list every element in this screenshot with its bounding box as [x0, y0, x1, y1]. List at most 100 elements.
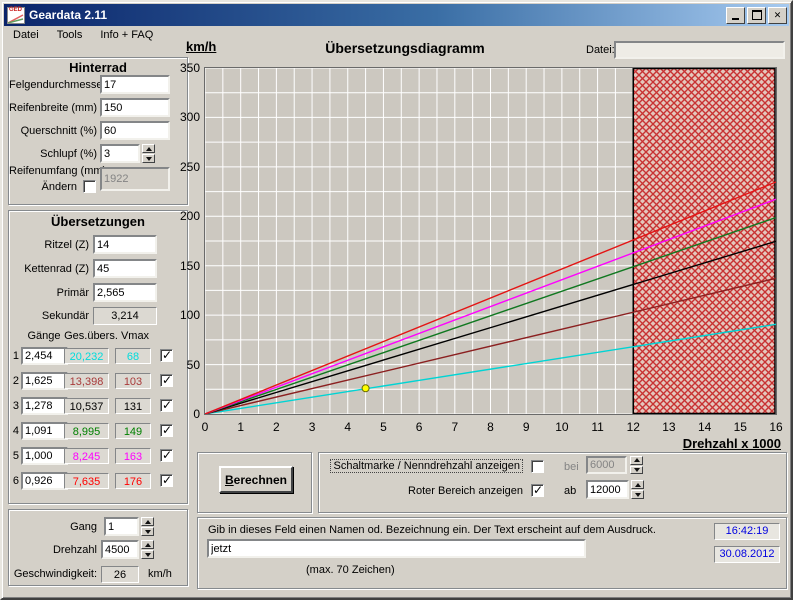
drehzahl-stepper[interactable] — [141, 540, 154, 559]
gear-number: 6 — [12, 475, 19, 487]
x-tick-label: 14 — [697, 420, 712, 434]
x-tick-label: 0 — [201, 420, 209, 434]
gear-visible-checkbox[interactable] — [160, 448, 173, 462]
spin-down-icon[interactable] — [630, 465, 643, 474]
x-tick-label: 9 — [522, 420, 530, 434]
x-tick-label: 13 — [662, 420, 676, 434]
ritzel-input[interactable] — [93, 235, 157, 254]
felgendurchmesser-input[interactable] — [100, 75, 170, 94]
title-bar[interactable]: GED Geardata 2.11 ✕ — [4, 4, 789, 26]
gear-ratio-input[interactable] — [21, 447, 68, 465]
gear-vmax: 68 — [115, 348, 151, 364]
spin-down-icon[interactable] — [142, 154, 155, 163]
gear-chart-svg — [204, 67, 777, 415]
schaltmarke-label: Schaltmarke / Nenndrehzahl anzeigen — [330, 459, 523, 473]
primaer-label: Primär — [56, 287, 89, 299]
col-header-gesuebers: Ges.übers. — [64, 330, 118, 342]
kettenrad-input[interactable] — [93, 259, 157, 278]
bei-label: bei — [564, 461, 579, 473]
gear-chart-plot — [204, 67, 777, 415]
drehzahl-input[interactable] — [101, 540, 139, 559]
spin-up-icon[interactable] — [630, 456, 643, 465]
close-button[interactable]: ✕ — [768, 6, 787, 24]
primaer-input[interactable] — [93, 283, 157, 302]
col-header-vmax: Vmax — [120, 330, 150, 342]
y-tick-label: 50 — [186, 357, 200, 372]
spin-up-icon[interactable] — [631, 480, 644, 489]
gear-visible-checkbox[interactable] — [160, 423, 173, 437]
gear-total-ratio: 20,232 — [64, 348, 109, 364]
name-hint-label: Gib in dieses Feld einen Namen od. Bezei… — [208, 524, 656, 536]
geschwindigkeit-value: 26 — [101, 566, 139, 583]
schaltmarke-checkbox[interactable] — [531, 460, 544, 473]
menu-datei[interactable]: Datei — [4, 27, 48, 43]
gear-number: 4 — [12, 425, 19, 437]
x-tick-label: 5 — [380, 420, 387, 434]
querschnitt-input[interactable] — [100, 121, 170, 140]
querschnitt-label: Querschnitt (%) — [20, 125, 97, 137]
spin-up-icon[interactable] — [142, 144, 155, 153]
gear-total-ratio: 13,398 — [64, 373, 109, 389]
spin-down-icon[interactable] — [631, 490, 644, 499]
minimize-button[interactable] — [726, 6, 745, 24]
reifenbreite-input[interactable] — [100, 98, 170, 117]
gang-panel: Gang Drehzahl Geschwindigkeit: 26 km/h — [8, 509, 188, 586]
clock-display: 16:42:19 — [714, 523, 780, 540]
ritzel-label: Ritzel (Z) — [44, 239, 89, 251]
schaltmarke-rpm-input — [586, 456, 627, 474]
gear-vmax: 149 — [115, 423, 151, 439]
gear-total-ratio: 8,245 — [64, 448, 109, 464]
roter-bereich-rpm-input[interactable] — [586, 480, 629, 499]
schlupf-label: Schlupf (%) — [40, 148, 97, 160]
y-tick-label: 150 — [179, 258, 200, 273]
gear-visible-checkbox[interactable] — [160, 373, 173, 387]
spin-up-icon[interactable] — [141, 540, 154, 549]
y-tick-label: 100 — [179, 308, 200, 323]
gear-ratio-input[interactable] — [21, 397, 68, 415]
gear-ratio-input[interactable] — [21, 372, 68, 390]
menu-info-faq[interactable]: Info + FAQ — [91, 27, 162, 43]
chart-title: Übersetzungsdiagramm — [325, 40, 485, 56]
menu-tools[interactable]: Tools — [48, 27, 92, 43]
datei-field[interactable] — [614, 41, 785, 59]
x-tick-label: 4 — [344, 420, 352, 434]
gear-visible-checkbox[interactable] — [160, 473, 173, 487]
gear-number: 1 — [12, 350, 19, 362]
gear-total-ratio: 7,635 — [64, 473, 109, 489]
berechnen-label-prefix: B — [224, 472, 234, 487]
spin-down-icon[interactable] — [141, 527, 154, 536]
x-tick-label: 12 — [626, 420, 640, 434]
berechnen-button[interactable]: Berechnen — [219, 466, 293, 493]
roter-bereich-rpm-stepper[interactable] — [631, 480, 644, 499]
gang-input[interactable] — [104, 517, 139, 536]
x-tick-label: 2 — [273, 420, 280, 434]
datei-label: Datei: — [586, 44, 615, 56]
roter-bereich-checkbox[interactable] — [531, 483, 544, 497]
gang-stepper[interactable] — [141, 517, 154, 536]
name-input[interactable] — [207, 539, 586, 558]
gear-vmax: 131 — [115, 398, 151, 414]
reifenumfang-label: Reifenumfang (mm) — [9, 165, 107, 177]
gear-ratio-input[interactable] — [21, 422, 68, 440]
drehzahl-label: Drehzahl — [52, 544, 97, 556]
x-axis-title: Drehzahl x 1000 — [682, 436, 781, 451]
gear-ratio-input[interactable] — [21, 347, 68, 365]
gear-ratio-input[interactable] — [21, 472, 68, 490]
aendern-label: Ändern — [41, 181, 77, 193]
spin-down-icon[interactable] — [141, 550, 154, 559]
date-display: 30.08.2012 — [714, 546, 780, 563]
schlupf-stepper[interactable] — [142, 144, 155, 163]
aendern-checkbox[interactable] — [83, 180, 96, 193]
y-tick-label: 300 — [179, 110, 200, 125]
app-icon: GED — [7, 6, 25, 24]
spin-up-icon[interactable] — [141, 517, 154, 526]
schlupf-input[interactable] — [100, 144, 140, 163]
x-tick-label: 3 — [308, 420, 316, 434]
max-chars-label: (max. 70 Zeichen) — [306, 564, 395, 576]
x-tick-label: 6 — [415, 420, 423, 434]
gear-total-ratio: 8,995 — [64, 423, 109, 439]
maximize-button[interactable] — [747, 6, 766, 24]
uebersetzungen-panel: Übersetzungen Ritzel (Z) Kettenrad (Z) P… — [8, 210, 188, 504]
schaltmarke-rpm-stepper[interactable] — [630, 456, 643, 474]
reifenbreite-label: Reifenbreite (mm) — [9, 102, 98, 114]
